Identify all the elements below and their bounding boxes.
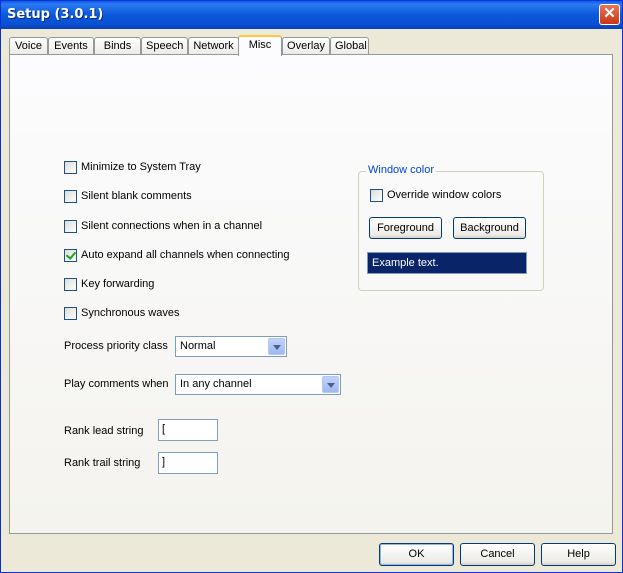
silent-blank-comments-checkbox[interactable] [64, 189, 77, 203]
rank-lead-label: Rank lead string [64, 425, 144, 437]
auto-expand-option[interactable]: Auto expand all channels when connecting [64, 247, 290, 263]
silent-connections-option[interactable]: Silent connections when in a channel [64, 218, 262, 234]
silent-connections-label: Silent connections when in a channel [81, 220, 263, 232]
auto-expand-checkbox[interactable] [64, 248, 77, 262]
window-title: Setup (3.0.1) [7, 7, 104, 22]
process-priority-label: Process priority class [64, 340, 168, 352]
auto-expand-label: Auto expand all channels when connecting [81, 249, 290, 261]
rank-trail-label: Rank trail string [64, 457, 141, 469]
minimize-to-tray-label: Minimize to System Tray [81, 161, 201, 173]
tab-misc[interactable]: Misc [238, 35, 282, 56]
silent-connections-checkbox[interactable] [64, 219, 77, 233]
minimize-to-tray-checkbox[interactable] [64, 160, 77, 174]
play-comments-select[interactable]: In any channel [175, 374, 341, 395]
silent-blank-comments-option[interactable]: Silent blank comments [64, 188, 192, 204]
play-comments-label: Play comments when [64, 378, 169, 390]
ok-button[interactable]: OK [379, 543, 454, 566]
synchronous-waves-label: Synchronous waves [81, 307, 180, 319]
chevron-down-icon[interactable] [322, 376, 339, 393]
tab-voice[interactable]: Voice [9, 37, 48, 54]
tab-global[interactable]: Global [330, 37, 369, 54]
key-forwarding-label: Key forwarding [81, 278, 155, 290]
tab-overlay[interactable]: Overlay [282, 37, 330, 54]
synchronous-waves-option[interactable]: Synchronous waves [64, 305, 179, 321]
key-forwarding-option[interactable]: Key forwarding [64, 276, 154, 292]
chevron-down-icon[interactable] [268, 338, 285, 355]
close-icon: ✕ [603, 5, 616, 22]
tab-binds[interactable]: Binds [94, 37, 141, 54]
minimize-to-tray-option[interactable]: Minimize to System Tray [64, 159, 201, 175]
synchronous-waves-checkbox[interactable] [64, 306, 77, 320]
title-bar[interactable]: Setup (3.0.1) ✕ [1, 1, 622, 29]
cancel-button[interactable]: Cancel [460, 543, 535, 566]
foreground-button[interactable]: Foreground [369, 217, 442, 239]
process-priority-value: Normal [180, 340, 216, 352]
override-colors-label: Override window colors [387, 189, 502, 201]
play-comments-value: In any channel [180, 378, 252, 390]
tab-events[interactable]: Events [48, 37, 94, 54]
key-forwarding-checkbox[interactable] [64, 277, 77, 291]
close-button[interactable]: ✕ [599, 4, 620, 25]
tab-network[interactable]: Network [188, 37, 239, 54]
override-colors-checkbox[interactable] [370, 188, 383, 202]
example-text-preview: Example text. [367, 252, 527, 274]
rank-lead-input[interactable]: [ [158, 419, 218, 441]
help-button[interactable]: Help [541, 543, 616, 566]
override-colors-option[interactable]: Override window colors [370, 187, 501, 203]
tab-speech[interactable]: Speech [141, 37, 188, 54]
background-button[interactable]: Background [453, 217, 526, 239]
silent-blank-comments-label: Silent blank comments [81, 190, 192, 202]
rank-trail-input[interactable]: ] [158, 452, 218, 474]
window-color-title: Window color [366, 164, 437, 176]
process-priority-select[interactable]: Normal [175, 336, 287, 357]
